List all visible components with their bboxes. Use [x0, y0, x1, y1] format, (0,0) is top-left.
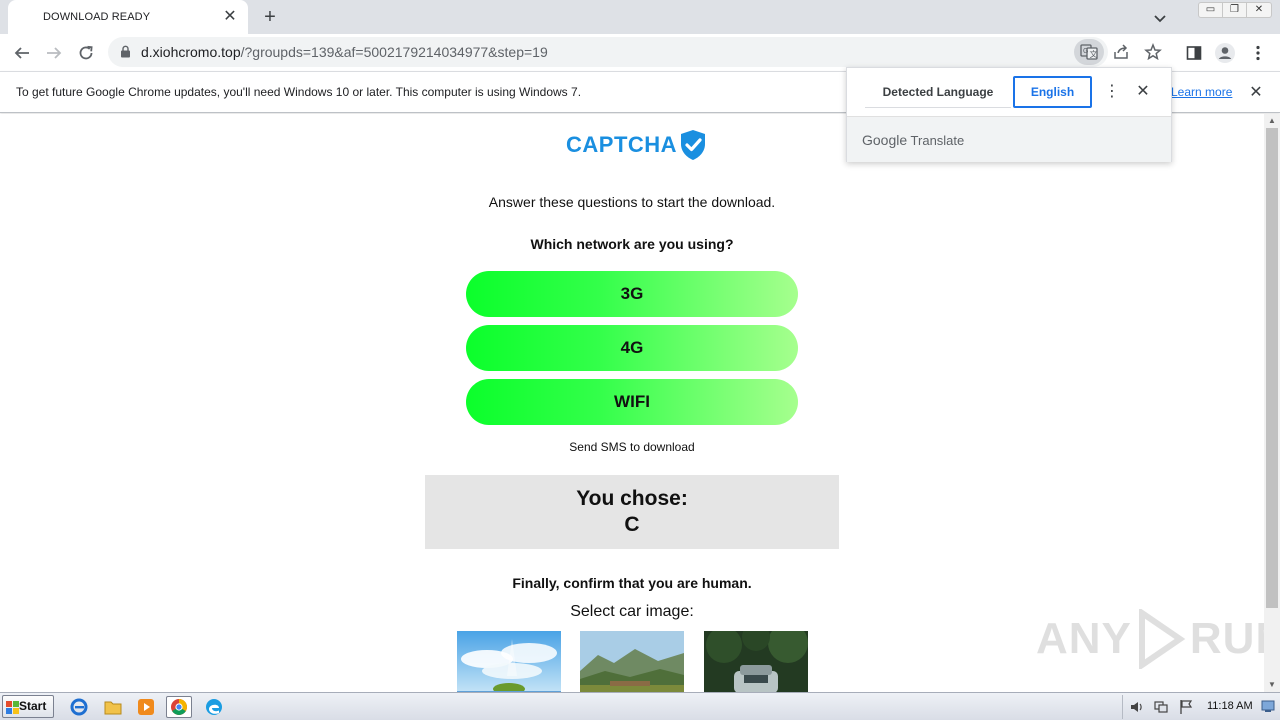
edge-taskbar-icon[interactable]: [201, 696, 227, 718]
windows-flag-icon: [6, 700, 19, 721]
windows-taskbar: Start 11:18 AM: [0, 692, 1280, 720]
url-text[interactable]: d.xiohcromo.top/?groupds=139&af=50021792…: [141, 44, 548, 60]
start-button[interactable]: Start: [2, 695, 54, 718]
new-tab-button[interactable]: +: [258, 5, 282, 29]
browser-tab[interactable]: DOWNLOAD READY ✕: [8, 0, 248, 34]
back-icon[interactable]: [9, 40, 35, 66]
minimize-button[interactable]: ▭: [1199, 3, 1223, 17]
network-icon[interactable]: [1153, 699, 1169, 720]
chrome-taskbar-icon[interactable]: [166, 696, 192, 718]
captcha-logo: CAPTCHA: [566, 128, 707, 162]
volume-icon[interactable]: [1129, 699, 1145, 720]
captcha-image-mountains[interactable]: [580, 631, 684, 692]
action-center-flag-icon[interactable]: [1179, 699, 1193, 720]
watermark-left: ANY: [1036, 614, 1132, 663]
show-desktop-icon[interactable]: [1261, 699, 1275, 718]
restore-button[interactable]: ❐: [1223, 3, 1247, 17]
scroll-up-arrow-icon[interactable]: ▲: [1264, 114, 1280, 128]
you-chose-value: C: [624, 513, 640, 536]
captcha-image-car[interactable]: [704, 631, 808, 692]
profile-avatar-icon[interactable]: [1214, 42, 1236, 64]
detected-language-tab[interactable]: Detected Language: [865, 78, 1011, 108]
lock-icon[interactable]: [120, 45, 131, 63]
tab-strip: DOWNLOAD READY ✕ + ▭ ❐ ✕: [0, 0, 1280, 34]
translate-close-icon[interactable]: ✕: [1133, 81, 1153, 103]
system-tray: 11:18 AM: [1122, 695, 1278, 719]
forward-icon[interactable]: [41, 40, 67, 66]
bookmark-star-icon[interactable]: [1144, 43, 1162, 61]
svg-text:G: G: [1083, 48, 1088, 55]
infobar-message: To get future Google Chrome updates, you…: [16, 85, 582, 99]
option-4g-button[interactable]: 4G: [466, 325, 798, 371]
option-wifi-button[interactable]: WIFI: [466, 379, 798, 425]
svg-text:文: 文: [1090, 49, 1098, 59]
menu-kebab-icon[interactable]: [1247, 42, 1269, 64]
reload-icon[interactable]: [73, 40, 99, 66]
translate-icon[interactable]: 文G: [1074, 39, 1104, 65]
play-logo-icon: [1136, 609, 1186, 669]
instruction-text: Answer these questions to start the down…: [488, 194, 776, 210]
you-chose-label: You chose:: [576, 487, 688, 510]
captcha-logo-text: CAPTCHA: [566, 132, 678, 157]
option-3g-button[interactable]: 3G: [466, 271, 798, 317]
window-controls: ▭ ❐ ✕: [1198, 2, 1272, 18]
translate-footer: Google Translate: [847, 116, 1171, 162]
translate-popup: Detected Language English ⋮ ✕ Google Tra…: [846, 67, 1172, 162]
address-bar[interactable]: d.xiohcromo.top/?groupds=139&af=50021792…: [108, 37, 1162, 67]
translate-more-icon[interactable]: ⋮: [1103, 81, 1121, 103]
watermark-right: RUN: [1189, 614, 1264, 663]
start-label: Start: [19, 699, 47, 713]
tab-search-icon[interactable]: [1150, 8, 1170, 28]
media-player-icon[interactable]: [133, 696, 159, 718]
captcha-image-sky[interactable]: [457, 631, 561, 692]
english-tab[interactable]: English: [1013, 76, 1092, 108]
side-panel-icon[interactable]: [1183, 42, 1205, 64]
taskbar-clock[interactable]: 11:18 AM: [1207, 700, 1253, 712]
browser-toolbar: d.xiohcromo.top/?groupds=139&af=50021792…: [0, 34, 1280, 71]
network-question: Which network are you using?: [530, 236, 734, 252]
you-chose-box: You chose: C: [425, 475, 839, 549]
page-scrollbar[interactable]: ▲ ▼: [1264, 114, 1280, 692]
tab-close-icon[interactable]: ✕: [220, 7, 240, 27]
scroll-down-arrow-icon[interactable]: ▼: [1264, 678, 1280, 692]
confirm-human-text: Finally, confirm that you are human.: [512, 575, 752, 591]
sms-note: Send SMS to download: [569, 440, 695, 454]
tab-title: DOWNLOAD READY: [43, 11, 151, 23]
window-close-button[interactable]: ✕: [1247, 3, 1271, 17]
scrollbar-thumb[interactable]: [1266, 128, 1278, 608]
learn-more-link[interactable]: Learn more: [1171, 85, 1232, 99]
google-translate-brand: Google Translate: [862, 132, 965, 148]
shield-check-icon: [679, 129, 707, 161]
infobar-close-icon[interactable]: ✕: [1246, 83, 1266, 103]
internet-explorer-icon[interactable]: [66, 696, 92, 718]
page-content: CAPTCHA Answer these questions to start …: [0, 114, 1264, 692]
anyrun-watermark: ANY RUN: [1036, 609, 1264, 669]
share-icon[interactable]: [1112, 43, 1130, 61]
file-explorer-icon[interactable]: [100, 696, 126, 718]
